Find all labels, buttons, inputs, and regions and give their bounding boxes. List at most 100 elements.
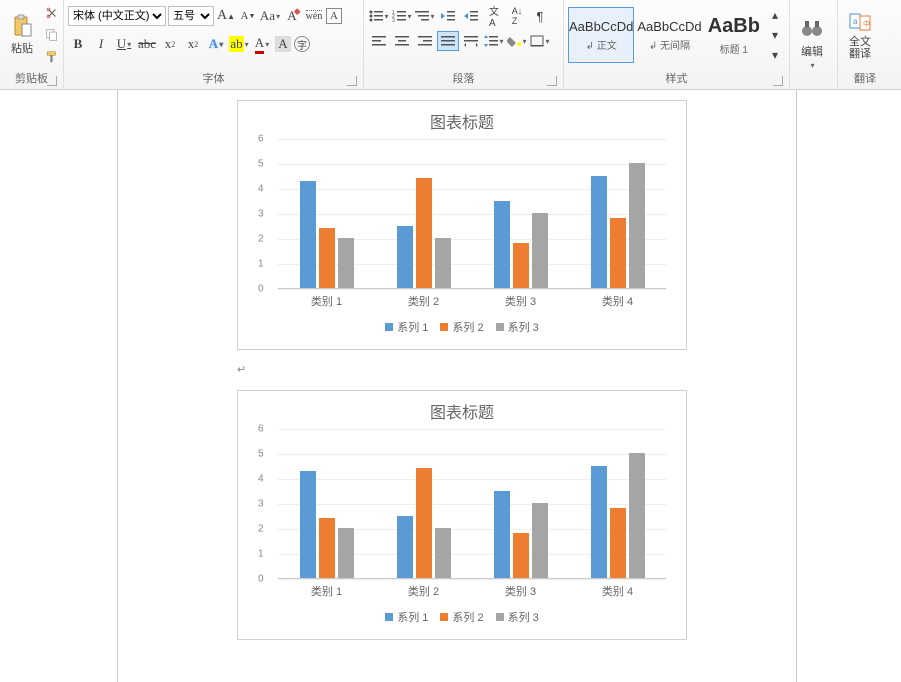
bar [300,181,316,289]
multilevel-button[interactable]: ▾ [414,6,436,26]
bar [532,213,548,288]
document-area[interactable]: ↵ 图表标题0123456类别 1类别 2类别 3类别 4系列 1系列 2系列 … [0,90,901,682]
svg-text:中: 中 [863,19,870,28]
styles-down-button[interactable]: ▾ [765,25,785,45]
paste-label: 粘贴 [11,40,33,56]
format-painter-button[interactable] [42,47,62,67]
text-direction-button[interactable]: 文A [483,6,505,26]
clipboard-group-label: 剪贴板 [15,73,48,85]
subscript-button[interactable]: x2 [160,34,180,54]
chart-plot: 0123456 [278,139,666,289]
bold-button[interactable]: B [68,34,88,54]
styles-group-label: 样式 [666,73,688,85]
legend-label: 系列 3 [508,609,539,625]
paragraph-group-label: 段落 [453,73,475,85]
category-label: 类别 4 [569,583,666,599]
translate-icon: a中 [848,10,872,34]
shading-button[interactable]: ▾ [506,31,528,51]
translate-button[interactable]: a中 全文 翻译 [842,8,878,62]
line-spacing-button[interactable]: ▾ [483,31,505,51]
align-center-icon [395,35,409,47]
paste-button[interactable]: 粘贴 [4,12,40,58]
align-right-icon [418,35,432,47]
align-justify-icon [441,35,455,47]
bar [319,228,335,288]
font-size-select[interactable]: 五号 [168,6,214,26]
enclose-char-button[interactable]: 字 [294,36,310,52]
chart-1[interactable]: 图表标题0123456类别 1类别 2类别 3类别 4系列 1系列 2系列 3 [237,100,687,350]
char-border-button[interactable]: A [326,8,342,24]
char-shading-button[interactable]: A [275,36,291,52]
cut-button[interactable] [42,3,62,23]
style-no-spacing[interactable]: AaBbCcDd ↲ 无间隔 [636,7,702,63]
chart-legend: 系列 1 系列 2 系列 3 [250,609,674,625]
multilevel-icon [415,10,429,22]
bullets-button[interactable]: ▾ [368,6,390,26]
borders-button[interactable]: ▾ [529,31,551,51]
font-color-button[interactable]: A▾ [252,34,272,54]
bar [300,471,316,579]
phonetic-guide-button[interactable]: wén [304,6,324,26]
category-label: 类别 2 [375,583,472,599]
category-label: 类别 1 [278,293,375,309]
chart-title: 图表标题 [250,109,674,133]
italic-button[interactable]: I [91,34,111,54]
chart-plot: 0123456 [278,429,666,579]
bar [494,491,510,579]
styles-launcher[interactable] [773,76,783,86]
legend-label: 系列 1 [397,609,428,625]
decrease-indent-button[interactable] [437,6,459,26]
chart-title: 图表标题 [250,399,674,423]
distributed-button[interactable] [460,31,482,51]
legend-label: 系列 2 [452,319,483,335]
font-name-select[interactable]: 宋体 (中文正文) [68,6,166,26]
find-button[interactable]: 编辑 ▾ [794,15,830,72]
bar [435,528,451,578]
category-label: 类别 3 [472,293,569,309]
ribbon: 粘贴 剪贴板 宋体 (中文正文) 五号 A▲ A▼ Aa▾ A◆ wén A [0,0,901,90]
sort-button[interactable]: A↓Z [506,6,528,26]
styles-up-button[interactable]: ▴ [765,5,785,25]
align-justify-button[interactable] [437,31,459,51]
copy-button[interactable] [42,25,62,45]
strikethrough-button[interactable]: abc [137,34,157,54]
styles-more-button[interactable]: ▾ [765,45,785,65]
legend-label: 系列 2 [452,609,483,625]
bar [397,516,413,579]
outdent-icon [441,10,455,22]
distributed-icon [464,35,478,47]
clear-formatting-button[interactable]: A◆ [282,6,302,26]
style-name: 标题 1 [720,41,748,56]
superscript-button[interactable]: x2 [183,34,203,54]
highlight-button[interactable]: ab▾ [229,34,249,54]
style-normal[interactable]: AaBbCcDd ↲ 正文 [568,7,634,63]
grow-font-button[interactable]: A▲ [216,6,236,26]
category-label: 类别 1 [278,583,375,599]
shrink-font-button[interactable]: A▼ [238,6,258,26]
bucket-icon [507,35,521,47]
increase-indent-button[interactable] [460,6,482,26]
bar [591,176,607,289]
binoculars-icon [800,17,824,41]
style-preview: AaBb [708,15,760,38]
style-heading1[interactable]: AaBb 标题 1 [705,7,763,63]
underline-button[interactable]: U▾ [114,34,134,54]
bar [416,468,432,578]
brush-icon [45,50,59,64]
clipboard-launcher[interactable] [47,76,57,86]
bar [629,163,645,288]
bar [397,226,413,289]
numbering-button[interactable]: 123▾ [391,6,413,26]
change-case-button[interactable]: Aa▾ [260,6,280,26]
show-marks-button[interactable]: ¶ [529,6,551,26]
indent-icon [464,10,478,22]
paragraph-launcher[interactable] [547,76,557,86]
align-left-button[interactable] [368,31,390,51]
text-effects-button[interactable]: A▾ [206,34,226,54]
font-launcher[interactable] [347,76,357,86]
chart-2[interactable]: 图表标题0123456类别 1类别 2类别 3类别 4系列 1系列 2系列 3 [237,390,687,640]
align-center-button[interactable] [391,31,413,51]
translate-group-label: 翻译 [854,73,876,85]
font-group-label: 字体 [203,73,225,85]
align-right-button[interactable] [414,31,436,51]
